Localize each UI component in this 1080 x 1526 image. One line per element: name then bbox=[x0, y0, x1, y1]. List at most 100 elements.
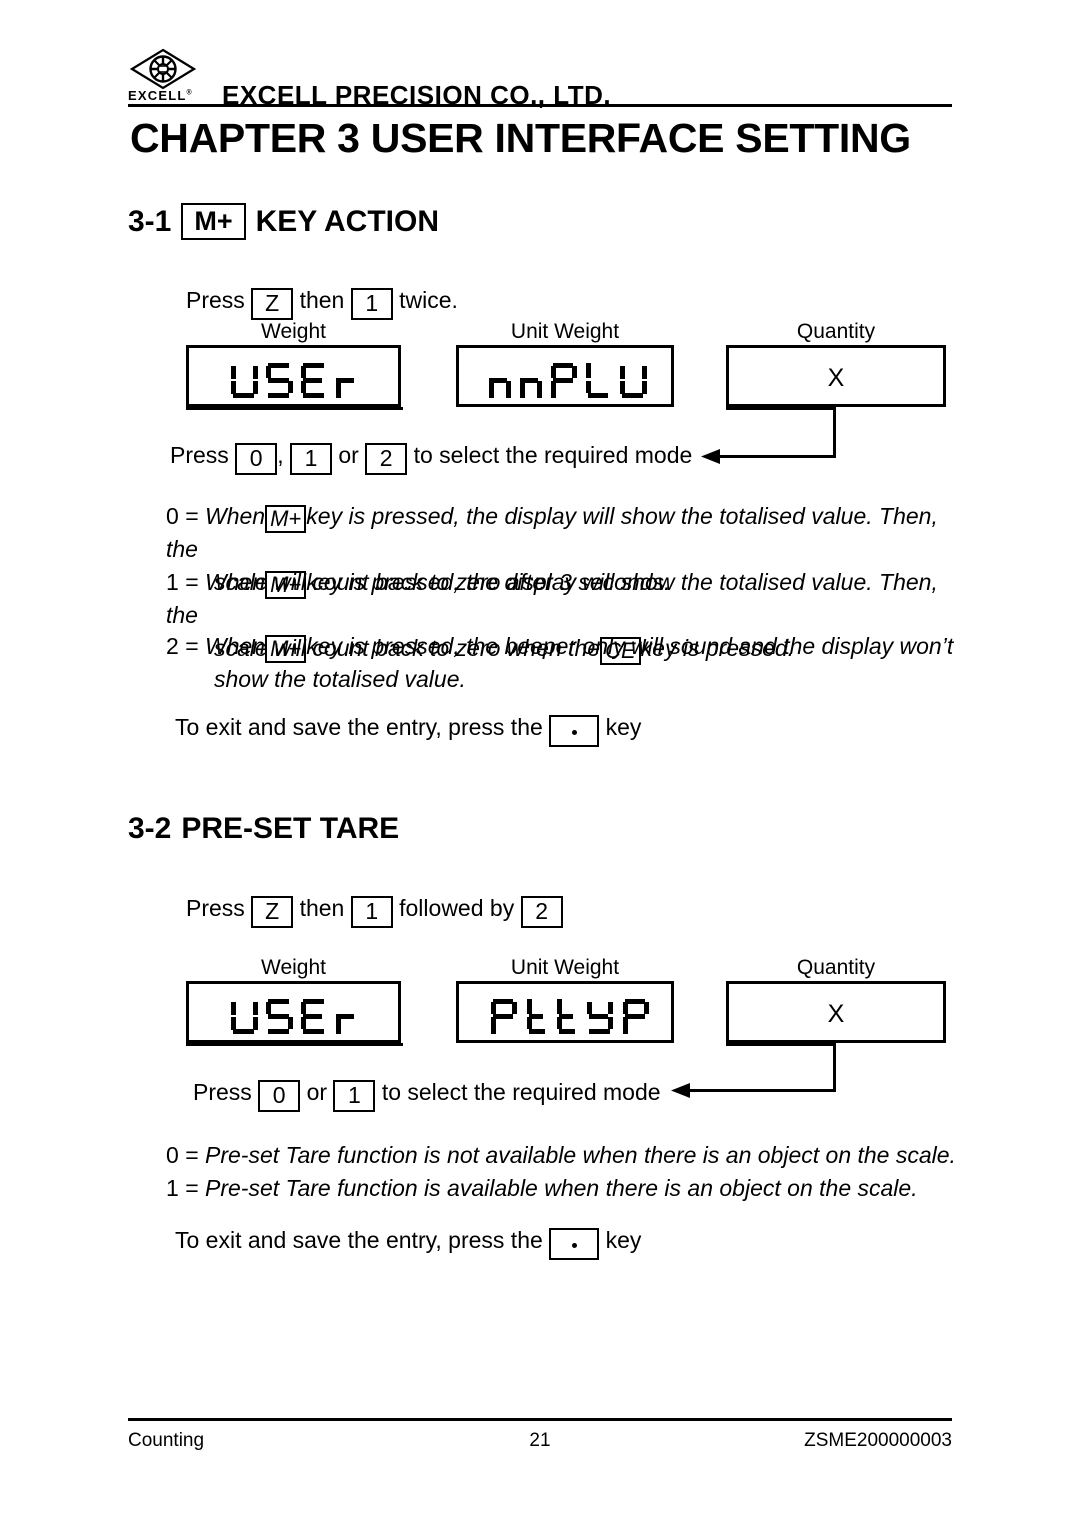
press-label: Press bbox=[193, 1079, 252, 1105]
followed-by-label: followed by bbox=[399, 895, 515, 921]
key-1: 1 bbox=[333, 1080, 376, 1113]
mode-equals: = bbox=[185, 569, 199, 595]
key-z: Z bbox=[251, 288, 294, 321]
mode-text-pre: When bbox=[205, 633, 266, 659]
press-label: Press bbox=[186, 895, 245, 921]
key-1: 1 bbox=[289, 443, 332, 476]
quantity-display-underline bbox=[726, 407, 836, 410]
connector-arrow-icon bbox=[701, 449, 720, 464]
key-0: 0 bbox=[258, 1080, 301, 1113]
key-1: 1 bbox=[350, 896, 393, 929]
chapter-title: CHAPTER 3 USER INTERFACE SETTING bbox=[130, 115, 911, 161]
section-31-heading: 3-1 M+ KEY ACTION bbox=[128, 203, 439, 241]
key-1: 1 bbox=[350, 288, 393, 321]
connector-horizontal bbox=[688, 1089, 836, 1092]
section-31-number: 3-1 bbox=[128, 204, 172, 238]
weight-caption: Weight bbox=[261, 956, 326, 979]
weight-segment-text bbox=[231, 999, 354, 1034]
unit-weight-caption: Unit Weight bbox=[510, 320, 620, 343]
select-line-tail: to select the required mode bbox=[381, 1079, 661, 1105]
key-2: 2 bbox=[520, 896, 563, 929]
key-mplus: M+ bbox=[265, 571, 307, 600]
weight-display bbox=[186, 981, 401, 1043]
mode-number: 0 bbox=[166, 503, 179, 529]
dot-icon bbox=[571, 730, 577, 735]
section-32-press-line: Press Z then 1 followed by 2 bbox=[186, 895, 563, 929]
section-31-select-line: Press 0, 1 or 2 to select the required m… bbox=[170, 442, 693, 476]
key-mplus: M+ bbox=[265, 505, 307, 534]
footer-doc-code: ZSME200000003 bbox=[804, 1430, 952, 1451]
mode-number: 2 bbox=[166, 633, 179, 659]
key-0: 0 bbox=[235, 443, 278, 476]
key-z: Z bbox=[251, 896, 294, 929]
key-decimal-point bbox=[549, 1228, 600, 1261]
diamond-logo-icon bbox=[130, 48, 196, 90]
section-31-title: KEY ACTION bbox=[255, 204, 439, 238]
mode-text-pre: When bbox=[205, 569, 266, 595]
quantity-display-underline bbox=[726, 1043, 836, 1046]
weight-caption: Weight bbox=[261, 320, 326, 343]
manual-page: EXCELL® EXCELL PRECISION CO., LTD. CHAPT… bbox=[0, 0, 1080, 1526]
mode-text: Pre-set Tare function is available when … bbox=[205, 1175, 918, 1201]
unit-weight-segment-text bbox=[491, 999, 649, 1034]
mode-number: 1 bbox=[166, 1175, 179, 1201]
header-divider bbox=[128, 104, 952, 107]
section-31-press-line: Press Z then 1 twice. bbox=[186, 287, 458, 321]
logo-word-text: EXCELL bbox=[128, 88, 187, 103]
weight-display bbox=[186, 345, 401, 407]
excell-logo: EXCELL® bbox=[128, 48, 200, 110]
comma-separator: , bbox=[277, 442, 284, 468]
mode-text-pre: When bbox=[205, 503, 266, 529]
section-32-heading: 3-2 PRE-SET TARE bbox=[128, 812, 399, 846]
mode-text-post: key is pressed, the beeper only will sou… bbox=[306, 633, 954, 659]
unit-weight-display bbox=[456, 981, 674, 1043]
press-label: Press bbox=[170, 442, 229, 468]
exit-text-pre: To exit and save the entry, press the bbox=[175, 1227, 543, 1253]
mode-equals: = bbox=[185, 503, 199, 529]
connector-arrow-icon bbox=[671, 1083, 690, 1098]
section-31-key-mplus: M+ bbox=[181, 203, 246, 241]
mode-text: Pre-set Tare function is not available w… bbox=[205, 1142, 956, 1168]
unit-weight-caption: Unit Weight bbox=[510, 956, 620, 979]
mode-number: 1 bbox=[166, 569, 179, 595]
mode-equals: = bbox=[185, 1175, 199, 1201]
weight-display-underline bbox=[186, 407, 403, 410]
quantity-display: X bbox=[726, 981, 946, 1043]
section-32-title: PRE-SET TARE bbox=[181, 812, 400, 845]
unit-weight-segment-text bbox=[489, 363, 647, 398]
mode-2-description: 2 = When M+ key is pressed, the beeper onl… bbox=[166, 630, 966, 696]
quantity-value: X bbox=[827, 364, 845, 392]
mode-text-line2: show the totalised value. bbox=[214, 666, 466, 693]
unit-weight-display bbox=[456, 345, 674, 407]
section-31-exit-line: To exit and save the entry, press the ke… bbox=[175, 714, 642, 748]
exit-text-post: key bbox=[605, 1227, 642, 1253]
key-decimal-point bbox=[549, 715, 600, 748]
registered-mark: ® bbox=[186, 89, 193, 97]
exit-text-post: key bbox=[605, 714, 642, 740]
quantity-caption: Quantity bbox=[796, 956, 876, 979]
connector-vertical bbox=[833, 408, 836, 458]
section-32-number: 3-2 bbox=[128, 812, 172, 845]
section-32-exit-line: To exit and save the entry, press the ke… bbox=[175, 1227, 642, 1261]
connector-horizontal bbox=[716, 455, 836, 458]
then-label: then bbox=[299, 287, 345, 313]
connector-vertical bbox=[833, 1044, 836, 1092]
logo-wordmark: EXCELL® bbox=[128, 88, 200, 103]
footer-divider bbox=[128, 1418, 952, 1421]
quantity-caption: Quantity bbox=[796, 320, 876, 343]
then-label: then bbox=[299, 895, 345, 921]
mode-equals: = bbox=[185, 633, 199, 659]
mode-equals: = bbox=[185, 1142, 199, 1168]
preset-mode-1-description: 1 = Pre-set Tare function is available w… bbox=[166, 1172, 966, 1205]
select-line-tail: to select the required mode bbox=[413, 442, 693, 468]
dot-icon bbox=[571, 1243, 577, 1248]
press-line-tail: twice. bbox=[399, 287, 458, 313]
weight-display-underline bbox=[186, 1043, 403, 1046]
or-label: or bbox=[338, 442, 359, 468]
key-mplus: M+ bbox=[265, 635, 307, 664]
key-2: 2 bbox=[365, 443, 408, 476]
section-32-select-line: Press 0 or 1 to select the required mode bbox=[193, 1079, 661, 1113]
preset-mode-0-description: 0 = Pre-set Tare function is not availab… bbox=[166, 1139, 966, 1172]
weight-segment-text bbox=[231, 363, 354, 398]
exit-text-pre: To exit and save the entry, press the bbox=[175, 714, 543, 740]
